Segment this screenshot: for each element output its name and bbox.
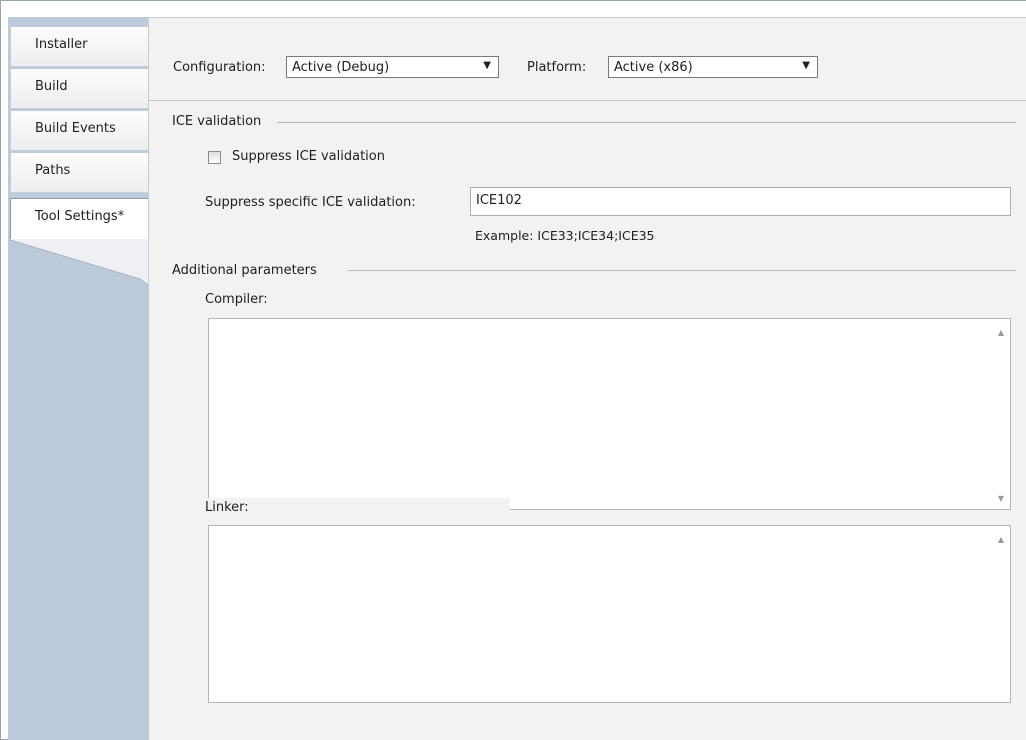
platform-dropdown[interactable]: Active (x86) ▼: [608, 56, 818, 78]
compiler-label: Compiler:: [205, 292, 268, 307]
linker-textarea[interactable]: ▲: [208, 525, 1011, 703]
tab-label: Installer: [35, 37, 88, 52]
platform-label: Platform:: [527, 60, 587, 75]
scroll-up-arrow-icon[interactable]: ▲: [998, 328, 1004, 337]
tab-tool-settings[interactable]: Tool Settings*: [10, 198, 149, 240]
suppress-specific-input[interactable]: ICE102: [470, 187, 1011, 216]
tab-installer[interactable]: Installer: [10, 27, 148, 67]
suppress-specific-value: ICE102: [476, 193, 522, 208]
panel-top-border: [148, 17, 1026, 18]
linker-label: Linker:: [205, 500, 249, 515]
ice-validation-heading: ICE validation: [172, 114, 262, 129]
chevron-down-icon: ▼: [483, 60, 491, 71]
tab-label: Paths: [35, 163, 71, 178]
additional-parameters-rule: [348, 270, 1016, 271]
suppress-specific-label: Suppress specific ICE validation:: [205, 195, 416, 210]
additional-parameters-heading: Additional parameters: [172, 263, 317, 278]
scroll-up-arrow-icon[interactable]: ▲: [998, 535, 1004, 544]
tab-paths[interactable]: Paths: [10, 153, 148, 193]
chevron-down-icon: ▼: [802, 60, 810, 71]
suppress-ice-checkbox[interactable]: [208, 151, 221, 164]
platform-value: Active (x86): [614, 60, 693, 75]
example-hint: Example: ICE33;ICE34;ICE35: [475, 228, 655, 243]
tab-strip-fold: [9, 239, 149, 286]
toolbar-divider: [148, 100, 1026, 101]
configuration-dropdown[interactable]: Active (Debug) ▼: [286, 56, 499, 78]
compiler-textarea[interactable]: ▲ ▼: [208, 318, 1011, 510]
ice-validation-rule: [277, 122, 1016, 123]
tab-label: Build Events: [35, 121, 116, 136]
tab-label: Build: [35, 79, 68, 94]
tab-label: Tool Settings*: [35, 209, 125, 224]
configuration-label: Configuration:: [173, 60, 266, 75]
tab-build[interactable]: Build: [10, 69, 148, 109]
suppress-ice-label: Suppress ICE validation: [232, 149, 385, 164]
scroll-down-arrow-icon[interactable]: ▼: [998, 494, 1004, 503]
tab-build-events[interactable]: Build Events: [10, 111, 148, 151]
configuration-value: Active (Debug): [292, 60, 390, 75]
